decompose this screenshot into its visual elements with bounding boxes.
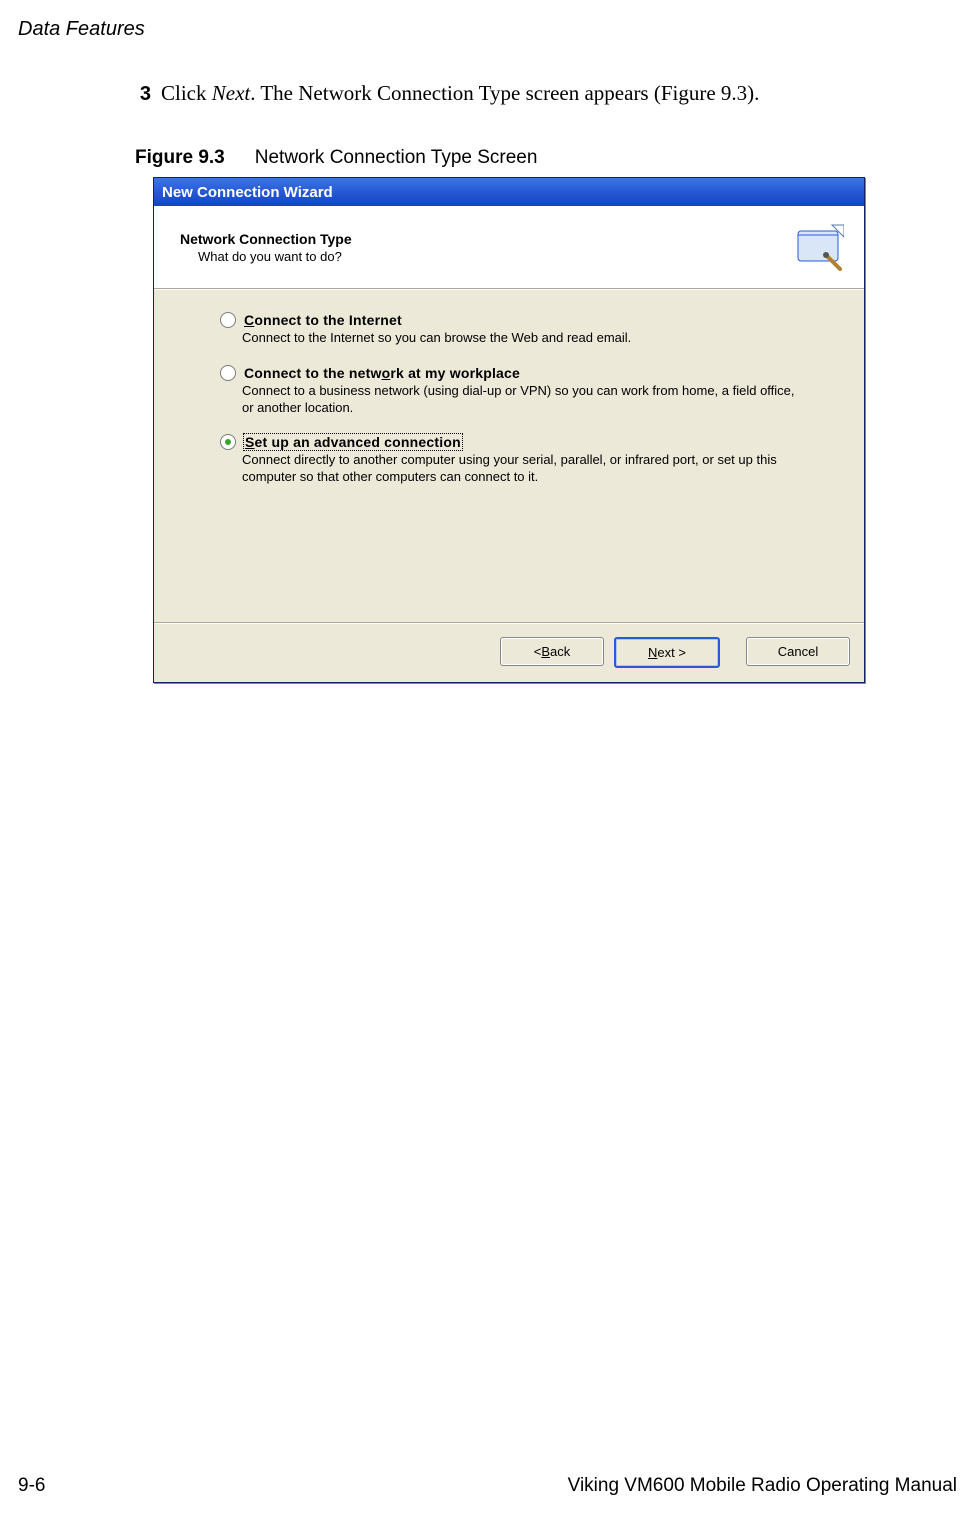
wizard-header-text: Network Connection Type What do you want…	[180, 231, 792, 264]
hotkey: C	[244, 312, 254, 328]
content-area: 3 Click Next. The Network Connection Typ…	[135, 80, 875, 683]
radio-advanced-connection[interactable]	[220, 434, 236, 450]
back-pre: <	[534, 644, 542, 659]
wizard-header-title: Network Connection Type	[180, 231, 792, 247]
option-title-connect-workplace: Connect to the network at my workplace	[244, 365, 520, 381]
pre: Connect to the netw	[244, 365, 382, 381]
radio-connect-internet[interactable]	[220, 312, 236, 328]
wizard-window: New Connection Wizard Network Connection…	[153, 177, 865, 683]
next-button[interactable]: Next >	[614, 637, 720, 668]
option-desc-advanced-connection: Connect directly to another computer usi…	[242, 452, 802, 485]
titlebar[interactable]: New Connection Wizard	[154, 178, 864, 206]
option-connect-workplace[interactable]: Connect to the network at my workplace C…	[220, 365, 824, 416]
manual-title: Viking VM600 Mobile Radio Operating Manu…	[568, 1475, 957, 1497]
step-number: 3	[135, 83, 151, 106]
section-header: Data Features	[18, 18, 145, 41]
page-number: 9-6	[18, 1475, 45, 1497]
step-row: 3 Click Next. The Network Connection Typ…	[135, 80, 875, 107]
page-footer: 9-6 Viking VM600 Mobile Radio Operating …	[18, 1475, 957, 1497]
option-title-advanced-connection: Set up an advanced connection	[244, 434, 462, 450]
option-desc-connect-workplace: Connect to a business network (using dia…	[242, 383, 802, 416]
step-prefix: Click	[161, 81, 212, 105]
figure-caption-text: Network Connection Type Screen	[255, 147, 538, 168]
next-hotkey: N	[648, 645, 657, 660]
rest: onnect to the Internet	[254, 312, 402, 328]
cancel-label: Cancel	[778, 644, 818, 659]
figure-label: Figure 9.3	[135, 147, 225, 168]
titlebar-text: New Connection Wizard	[162, 184, 333, 201]
option-advanced-connection[interactable]: Set up an advanced connection Connect di…	[220, 434, 824, 485]
step-suffix: . The Network Connection Type screen app…	[250, 81, 759, 105]
back-hotkey: B	[541, 644, 550, 659]
option-connect-internet[interactable]: Connect to the Internet Connect to the I…	[220, 312, 824, 347]
wizard-header-subtitle: What do you want to do?	[198, 249, 792, 264]
rest: rk at my workplace	[390, 365, 520, 381]
figure-caption: Figure 9.3 Network Connection Type Screen	[135, 147, 875, 169]
cancel-button[interactable]: Cancel	[746, 637, 850, 666]
wizard-icon	[792, 221, 844, 273]
hotkey: S	[245, 434, 255, 450]
step-italic: Next	[212, 81, 250, 105]
option-desc-connect-internet: Connect to the Internet so you can brows…	[242, 330, 802, 347]
rest: et up an advanced connection	[255, 434, 461, 450]
wizard-button-bar: < Back Next > Cancel	[154, 622, 864, 682]
wizard-body-panel: Connect to the Internet Connect to the I…	[154, 289, 864, 622]
wizard-header-panel: Network Connection Type What do you want…	[154, 206, 864, 289]
back-post: ack	[550, 644, 570, 659]
option-title-connect-internet: Connect to the Internet	[244, 312, 402, 328]
back-button[interactable]: < Back	[500, 637, 604, 666]
next-post: ext >	[657, 645, 686, 660]
radio-connect-workplace[interactable]	[220, 365, 236, 381]
step-text: Click Next. The Network Connection Type …	[161, 80, 759, 107]
